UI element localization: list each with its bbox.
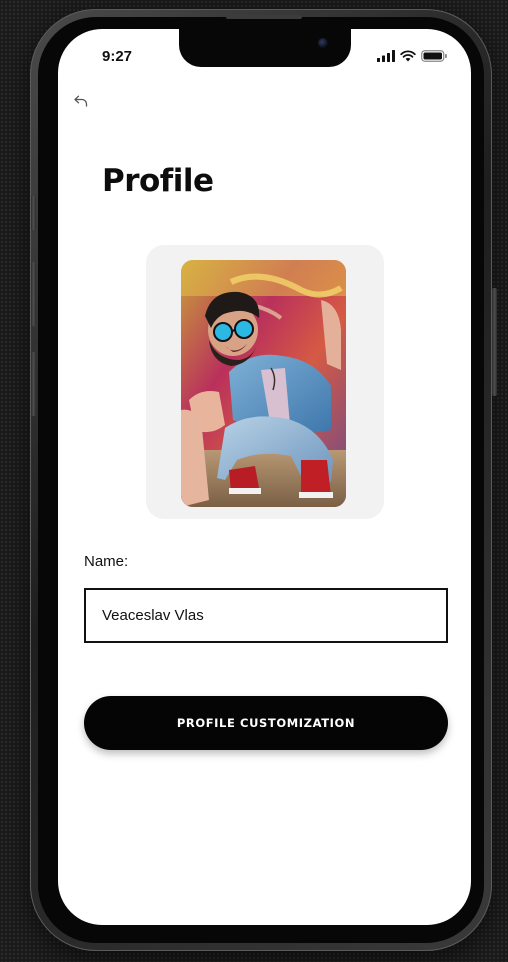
notch — [179, 29, 351, 67]
speaker-grille — [226, 15, 302, 19]
signal-icon — [377, 50, 395, 62]
name-input[interactable] — [84, 588, 448, 643]
volume-down-button — [31, 352, 36, 416]
front-camera — [318, 38, 328, 48]
page-title: Profile — [102, 163, 214, 199]
mute-switch — [31, 196, 36, 230]
profile-photo[interactable] — [181, 260, 346, 507]
power-button — [492, 288, 497, 396]
profile-customization-button[interactable]: PROFILE CUSTOMIZATION — [84, 696, 448, 750]
profile-photo-illustration — [181, 260, 346, 507]
avatar-card[interactable] — [146, 245, 384, 519]
volume-up-button — [31, 262, 36, 326]
back-button[interactable] — [70, 90, 92, 112]
battery-icon — [421, 50, 447, 62]
wifi-icon — [400, 50, 416, 62]
name-label: Name: — [84, 553, 129, 570]
status-icons — [377, 50, 447, 62]
status-time: 9:27 — [102, 48, 133, 65]
phone-screen: 9:27 Profile Name: Veaceslav Vlas PROFIL… — [58, 29, 471, 925]
back-arrow-icon — [74, 95, 88, 107]
